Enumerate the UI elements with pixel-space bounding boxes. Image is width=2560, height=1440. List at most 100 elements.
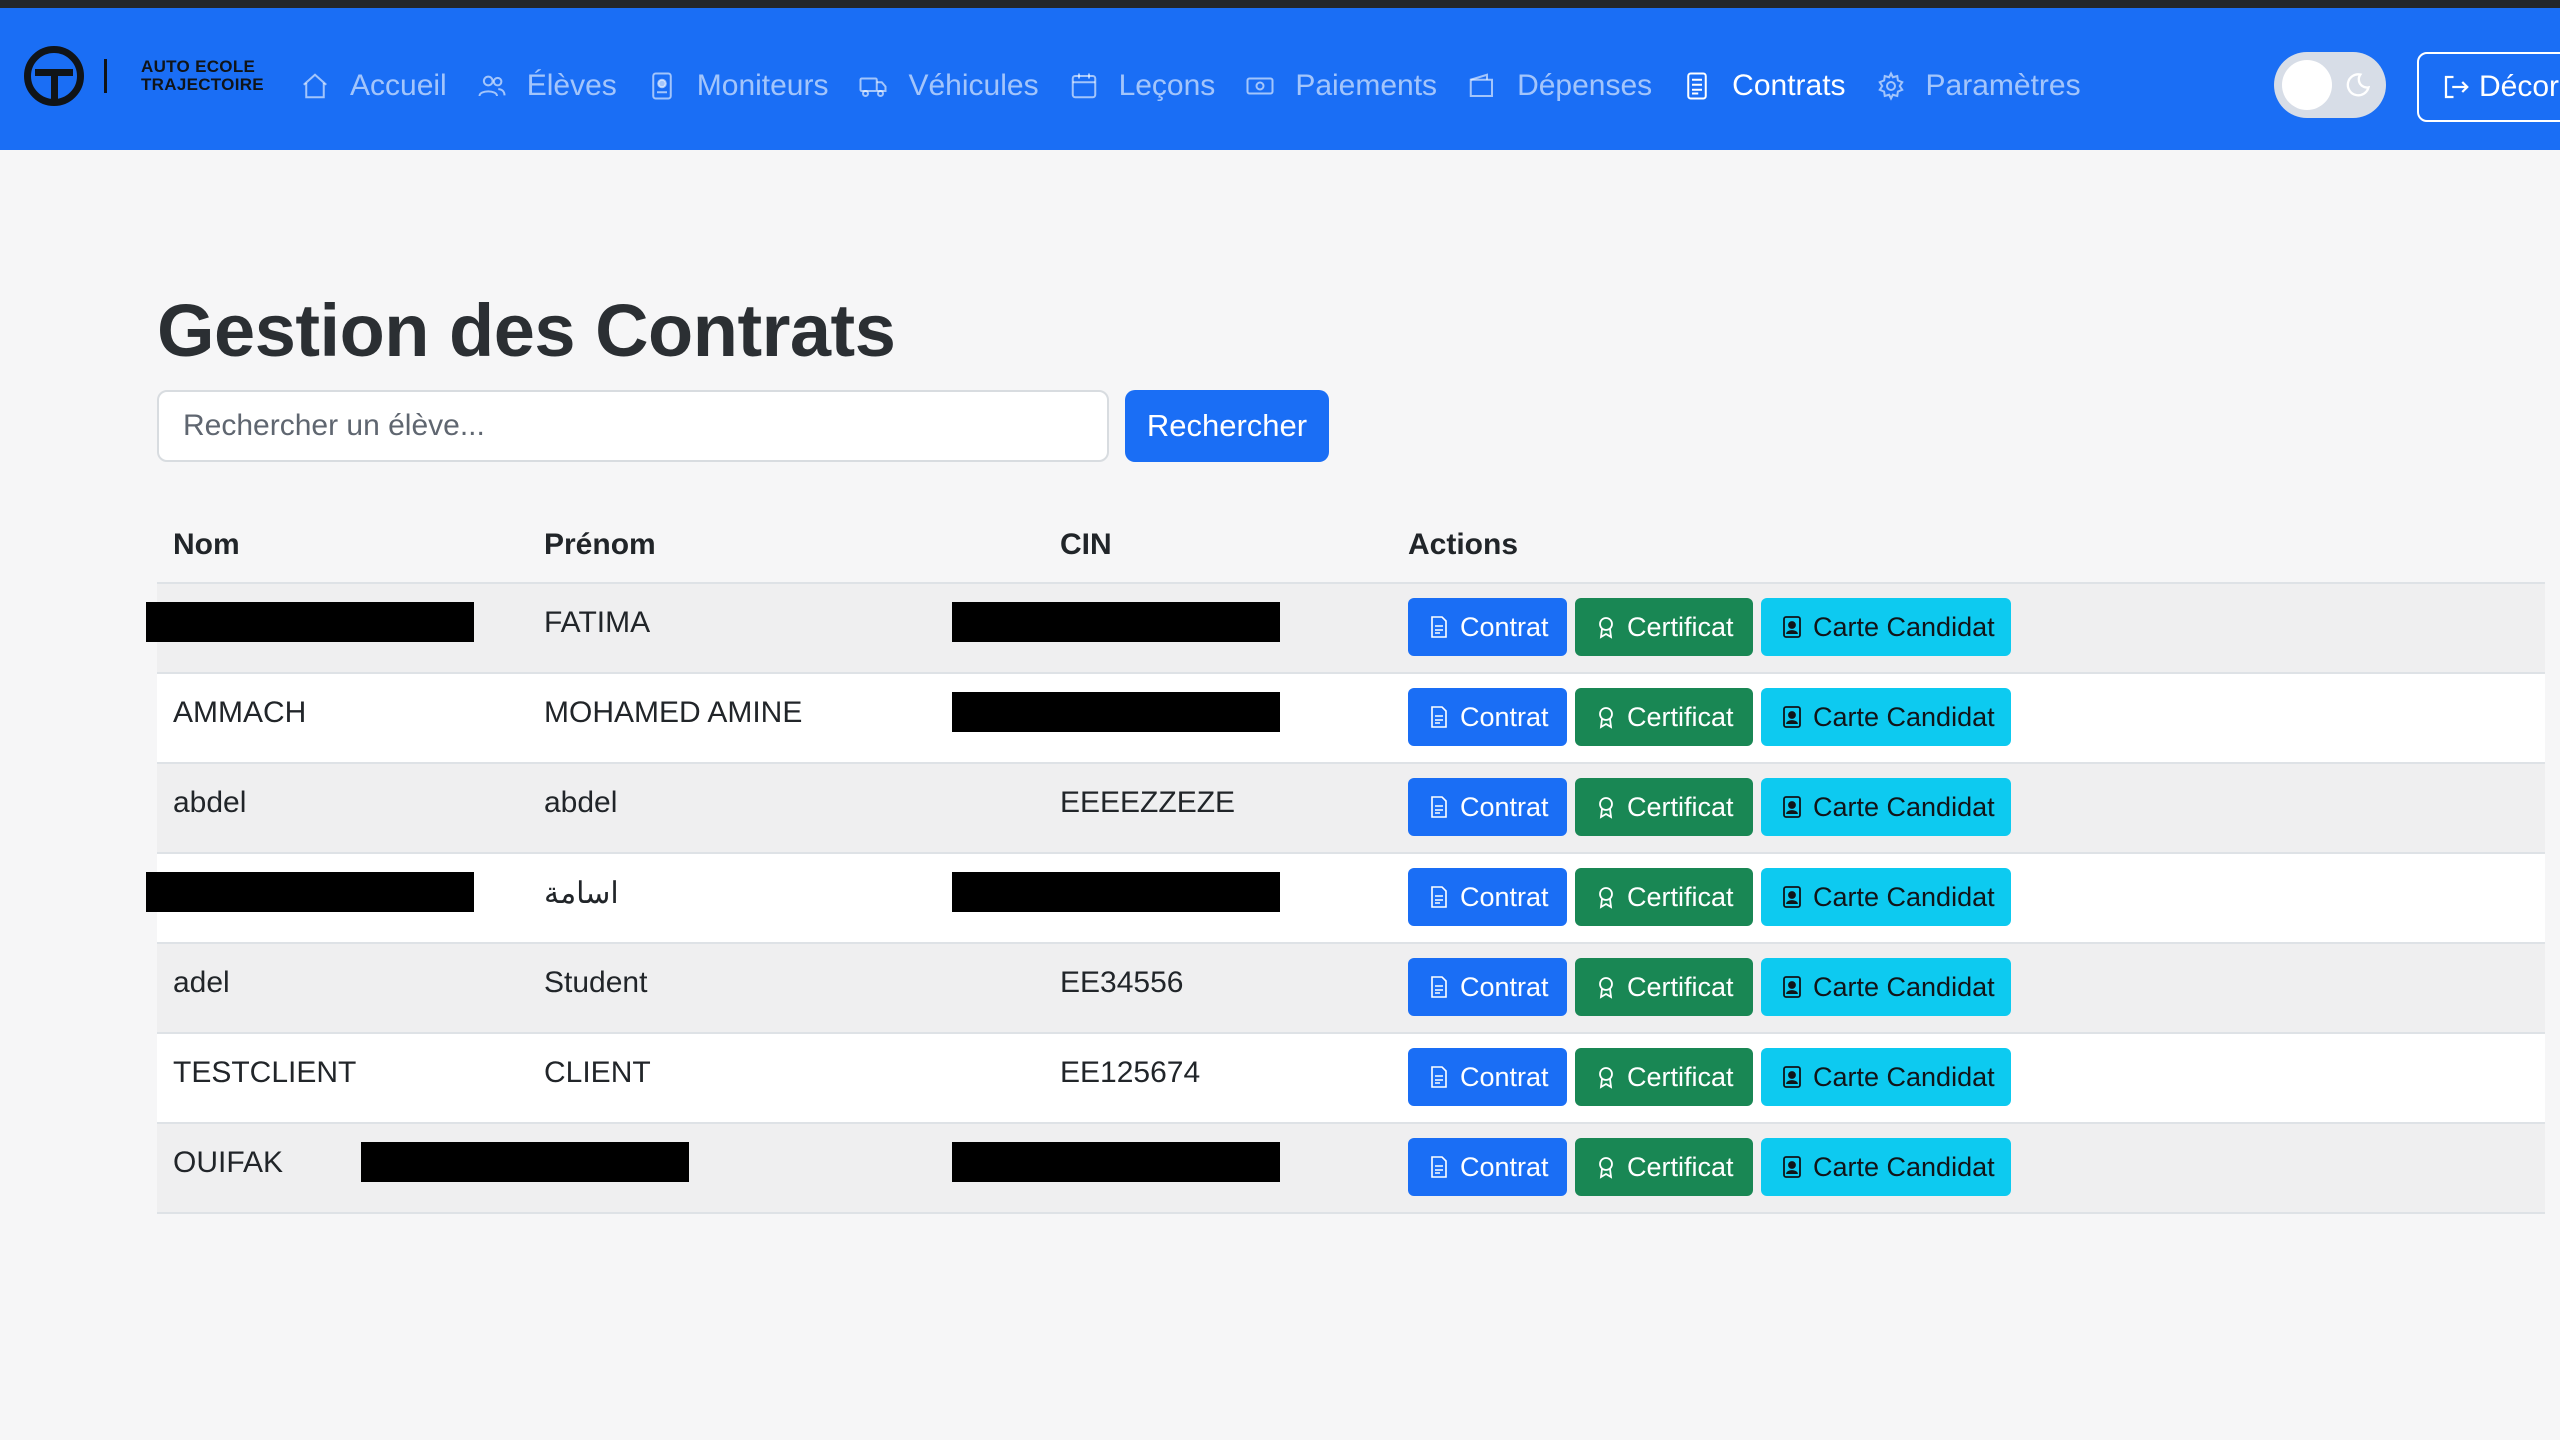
contrat-button[interactable]: Contrat — [1408, 778, 1567, 836]
cell-cin: EE34556 — [1060, 966, 1184, 999]
cell-nom: OUIFAK — [173, 1146, 284, 1179]
search-input[interactable] — [157, 390, 1109, 462]
contrat-button[interactable]: Contrat — [1408, 868, 1567, 926]
cell-nom: TESTCLIENT — [173, 1056, 357, 1089]
nav-item-depenses[interactable]: Dépenses — [1467, 69, 1652, 103]
carte-candidat-button[interactable]: Carte Candidat — [1761, 598, 2011, 656]
page-title: Gestion des Contrats — [157, 289, 896, 372]
column-header-prenom: Prénom — [544, 528, 656, 561]
redacted-nom — [146, 872, 474, 912]
award-icon — [1595, 1065, 1627, 1089]
row-actions: Contrat Certificat Carte Candidat — [1408, 1138, 2019, 1196]
nav-item-parametres[interactable]: Paramètres — [1876, 69, 2081, 103]
certificat-button[interactable]: Certificat — [1575, 598, 1753, 656]
id-card-icon — [1781, 885, 1813, 909]
nav-item-lecons[interactable]: Leçons — [1069, 69, 1216, 103]
document-icon — [1428, 615, 1460, 639]
certificat-label: Certificat — [1627, 881, 1734, 912]
carte-candidat-button[interactable]: Carte Candidat — [1761, 958, 2011, 1016]
contrat-label: Contrat — [1460, 1151, 1549, 1182]
award-icon — [1595, 615, 1627, 639]
table-row: FATIMA Contrat Certificat Carte Candidat — [146, 584, 2545, 674]
certificat-button[interactable]: Certificat — [1575, 778, 1753, 836]
badge-icon — [652, 72, 672, 100]
contrat-button[interactable]: Contrat — [1408, 958, 1567, 1016]
contrat-button[interactable]: Contrat — [1408, 598, 1567, 656]
document-icon — [1428, 705, 1460, 729]
certificat-label: Certificat — [1627, 971, 1734, 1002]
nav-item-label: Accueil — [350, 69, 447, 102]
carte-candidat-button[interactable]: Carte Candidat — [1761, 1138, 2011, 1196]
table-header: Nom Prénom CIN Actions — [157, 508, 2545, 584]
wallet-icon — [1469, 73, 1494, 97]
contrat-button[interactable]: Contrat — [1408, 688, 1567, 746]
carte-candidat-button[interactable]: Carte Candidat — [1761, 778, 2011, 836]
cell-prenom: abdel — [544, 786, 618, 819]
certificat-button[interactable]: Certificat — [1575, 868, 1753, 926]
certificat-label: Certificat — [1627, 791, 1734, 822]
carte-candidat-button[interactable]: Carte Candidat — [1761, 868, 2011, 926]
toggle-knob — [2282, 60, 2332, 110]
carte-candidat-button[interactable]: Carte Candidat — [1761, 1048, 2011, 1106]
cell-prenom: Student — [544, 966, 648, 999]
contrat-label: Contrat — [1460, 971, 1549, 1002]
id-card-icon — [1781, 795, 1813, 819]
document-icon — [1428, 795, 1460, 819]
contrat-button[interactable]: Contrat — [1408, 1048, 1567, 1106]
column-header-cin: CIN — [1060, 528, 1112, 561]
carte-candidat-button[interactable]: Carte Candidat — [1761, 688, 2011, 746]
certificat-button[interactable]: Certificat — [1575, 1138, 1753, 1196]
redacted-cin — [952, 602, 1280, 642]
cash-icon — [1246, 77, 1274, 95]
nav-item-label: Moniteurs — [696, 69, 829, 102]
certificat-button[interactable]: Certificat — [1575, 1048, 1753, 1106]
redacted-cin — [952, 692, 1280, 732]
contrat-label: Contrat — [1460, 611, 1549, 642]
table-row: abdel abdel EEEEZZEZE Contrat Certificat Cart… — [157, 764, 2545, 854]
award-icon — [1595, 975, 1627, 999]
row-actions: Contrat Certificat Carte Candidat — [1408, 1048, 2019, 1106]
users-icon — [478, 75, 506, 97]
cell-prenom: اسامة — [544, 877, 619, 910]
nav-item-paiements[interactable]: Paiements — [1245, 69, 1437, 103]
award-icon — [1595, 885, 1627, 909]
brand-name: AUTO ECOLE TRAJECTOIRE — [141, 58, 264, 94]
carte-label: Carte Candidat — [1813, 611, 1995, 642]
document-icon — [1428, 1155, 1460, 1179]
nav-item-vehicules[interactable]: Véhicules — [858, 69, 1039, 103]
nav-item-contrats[interactable]: Contrats — [1682, 69, 1846, 103]
nav-item-eleves[interactable]: Élèves — [477, 69, 617, 103]
dark-mode-toggle[interactable] — [2274, 52, 2386, 118]
nav-item-label: Dépenses — [1517, 69, 1653, 102]
carte-label: Carte Candidat — [1813, 791, 1995, 822]
contrat-button[interactable]: Contrat — [1408, 1138, 1567, 1196]
document-icon — [1428, 885, 1460, 909]
row-actions: Contrat Certificat Carte Candidat — [1408, 868, 2019, 926]
nav-item-accueil[interactable]: Accueil — [300, 69, 447, 103]
search-button[interactable]: Rechercher — [1125, 390, 1329, 462]
table-row: OUIFAK Contrat Certificat Carte Candidat — [157, 1124, 2545, 1214]
nav-item-label: Contrats — [1732, 69, 1846, 102]
document-icon — [1428, 1065, 1460, 1089]
certificat-label: Certificat — [1627, 1151, 1734, 1182]
brand-name-line2: TRAJECTOIRE — [141, 75, 264, 94]
brand[interactable]: AUTO ECOLE TRAJECTOIRE — [24, 46, 264, 106]
id-card-icon — [1781, 1065, 1813, 1089]
certificat-label: Certificat — [1627, 701, 1734, 732]
gear-icon — [1877, 71, 1904, 101]
nav-item-label: Élèves — [526, 69, 617, 102]
table-row: adel Student EE34556 Contrat Certificat Carte… — [157, 944, 2545, 1034]
row-actions: Contrat Certificat Carte Candidat — [1408, 778, 2019, 836]
cell-prenom: MOHAMED AMINE — [544, 696, 803, 729]
certificat-button[interactable]: Certificat — [1575, 958, 1753, 1016]
logout-button[interactable]: Décor — [2417, 52, 2560, 122]
window-top-strip — [0, 0, 2560, 8]
certificat-label: Certificat — [1627, 1061, 1734, 1092]
brand-name-line1: AUTO ECOLE — [141, 57, 256, 76]
redacted-prenom — [361, 1142, 689, 1182]
nav-item-moniteurs[interactable]: Moniteurs — [647, 69, 829, 103]
truck-icon — [859, 77, 887, 97]
certificat-button[interactable]: Certificat — [1575, 688, 1753, 746]
nav-item-label: Leçons — [1118, 69, 1216, 102]
logout-label: Décor — [2479, 70, 2560, 103]
